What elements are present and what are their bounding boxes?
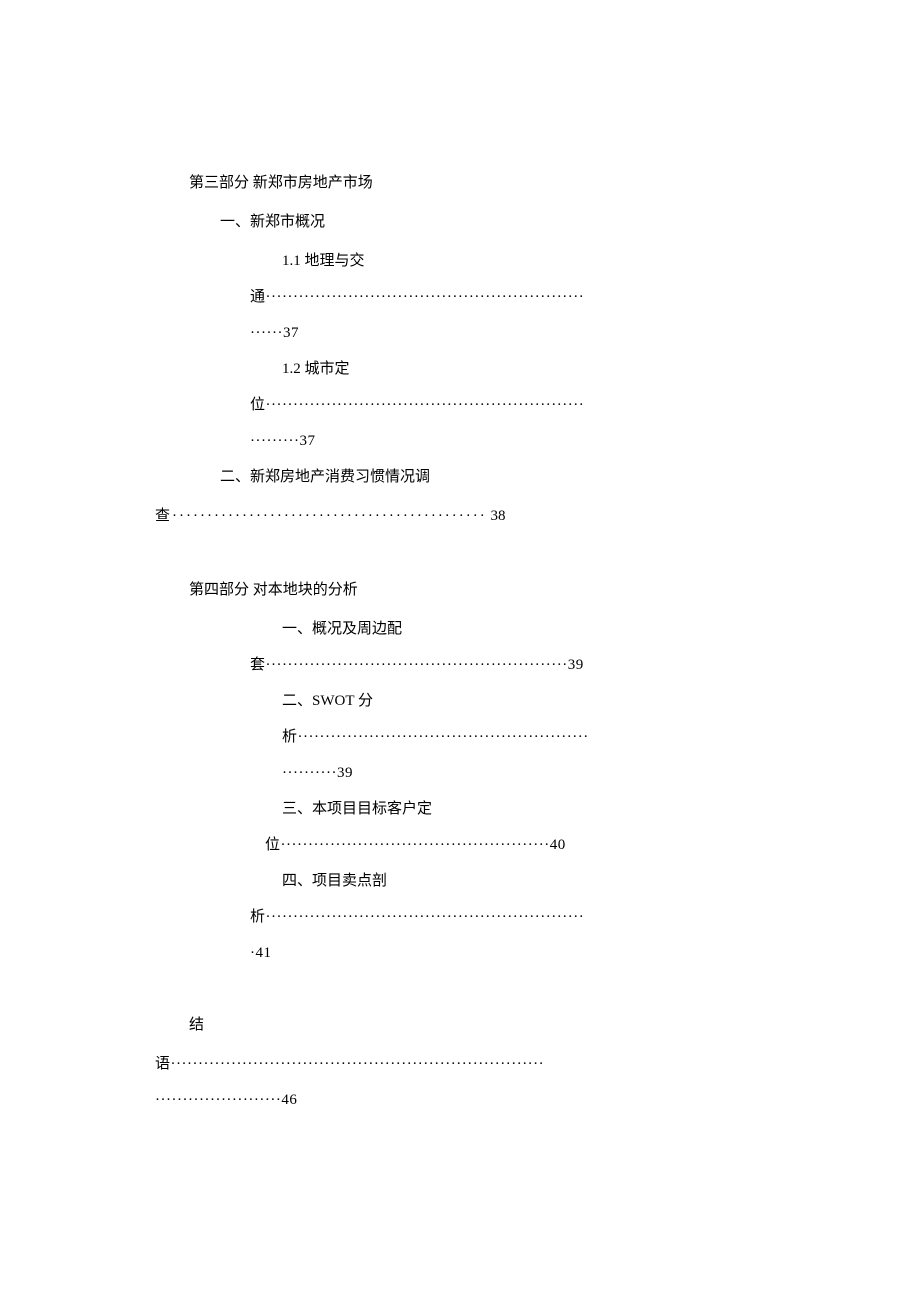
section-3-title: 第三部分 新郑市房地产市场	[189, 165, 860, 201]
entry-4-4-cont: 析·······································…	[250, 899, 860, 935]
entry-4-3-label: 三、本项目目标客户定	[282, 791, 860, 827]
entry-3-1-2-label: 1.2 城市定	[282, 351, 860, 387]
dot-leader: ·41	[250, 945, 272, 961]
continuation-text: 套	[250, 657, 266, 673]
entry-4-2-page: ··········39	[282, 755, 860, 791]
conclusion-page: ·······················46	[155, 1082, 860, 1118]
entry-3-1-1-label: 1.1 地理与交	[282, 243, 860, 279]
dot-leader: 语·······································…	[155, 1056, 544, 1072]
dot-leader: 析·······································…	[282, 729, 589, 745]
conclusion-spacer	[155, 971, 860, 1007]
entry-4-2-label: 二、SWOT 分	[282, 683, 860, 719]
dot-leader: ·········37	[250, 433, 315, 449]
dot-leader: ········································…	[266, 657, 568, 673]
entry-4-1-label: 一、概况及周边配	[282, 611, 860, 647]
entry-3-2-line1: 二、新郑房地产消费习惯情况调	[220, 459, 860, 495]
dot-leader: 位·······································…	[265, 837, 550, 853]
dot-leader: ······37	[250, 325, 299, 341]
page-number: 38	[491, 508, 506, 524]
section-spacer	[155, 534, 860, 572]
entry-3-2-line2: 查·······································…	[155, 498, 860, 534]
page-number: 40	[550, 837, 566, 853]
entry-3-1-2-page: ·········37	[250, 423, 860, 459]
entry-4-3-cont: 位·······································…	[265, 827, 860, 863]
dot-leader: 位·······································…	[250, 397, 584, 413]
dot-leader: 通·······································…	[250, 289, 584, 305]
conclusion-label: 结	[189, 1007, 860, 1043]
entry-4-1-cont: 套·······································…	[250, 647, 860, 683]
entry-3-1-1-page: ······37	[250, 315, 860, 351]
dot-leader: ·······················46	[155, 1092, 297, 1108]
section-4-title: 第四部分 对本地块的分析	[189, 572, 860, 608]
entry-4-4-page: ·41	[250, 935, 860, 971]
dot-leader: 查·······································…	[155, 508, 487, 524]
page-number: 39	[568, 657, 584, 673]
dot-leader: ··········39	[282, 765, 353, 781]
entry-4-2-cont: 析·······································…	[282, 719, 860, 755]
conclusion-cont: 语·······································…	[155, 1046, 860, 1082]
entry-3-1-1-cont: 通·······································…	[250, 279, 860, 315]
entry-3-1: 一、新郑市概况	[220, 204, 860, 240]
entry-3-1-2-cont: 位·······································…	[250, 387, 860, 423]
dot-leader: 析·······································…	[250, 909, 584, 925]
entry-4-4-label: 四、项目卖点剖	[282, 863, 860, 899]
